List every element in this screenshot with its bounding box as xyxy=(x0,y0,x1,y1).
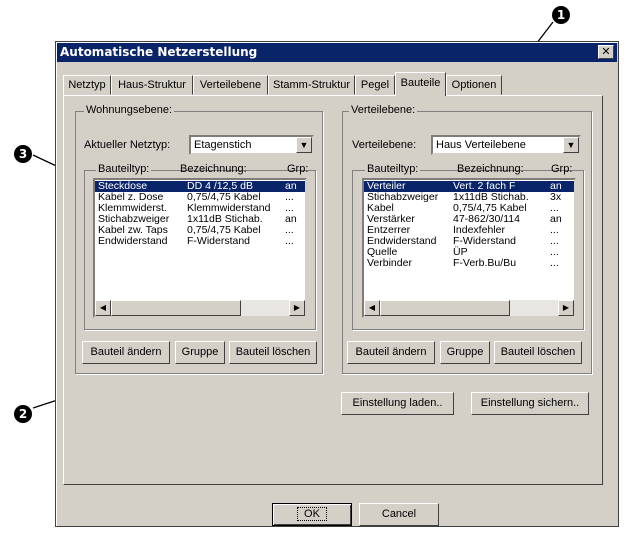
verteilebene-select-label: Verteilebene: xyxy=(352,139,417,151)
right-bauteil-loeschen-button[interactable]: Bauteil löschen xyxy=(494,341,582,364)
left-bauteiltyp-header: Bauteiltyp: xyxy=(96,163,152,175)
verteilebene-select[interactable]: Haus Verteilebene ▼ xyxy=(431,135,581,155)
right-gruppe-button[interactable]: Gruppe xyxy=(440,341,490,364)
verteilebene-value: Haus Verteilebene xyxy=(436,139,526,151)
chevron-down-icon[interactable]: ▼ xyxy=(563,137,579,153)
callout-1: 1 xyxy=(552,6,570,24)
title-bar: Automatische Netzerstellung xyxy=(57,43,617,62)
scroll-thumb[interactable] xyxy=(111,300,241,316)
close-button[interactable]: ✕ xyxy=(598,45,614,59)
right-bauteil-list[interactable]: Verteiler Vert. 2 fach Fan Stichabzweiger… xyxy=(362,178,576,318)
left-bauteil-loeschen-button[interactable]: Bauteil löschen xyxy=(229,341,317,364)
left-bauteil-aendern-button[interactable]: Bauteil ändern xyxy=(82,341,170,364)
chevron-down-icon[interactable]: ▼ xyxy=(296,137,312,153)
ok-button[interactable]: OK xyxy=(272,503,352,526)
tab-pegel[interactable]: Pegel xyxy=(355,75,395,95)
left-grp-header: Grp: xyxy=(287,163,309,175)
tab-verteilebene[interactable]: Verteilebene xyxy=(193,75,268,95)
callout-2: 2 xyxy=(14,405,32,423)
list-item[interactable]: Verbinder F-Verb.Bu/Bu... xyxy=(364,258,574,269)
verteilebene-group-label: Verteilebene: xyxy=(349,104,418,116)
netztyp-label: Aktueller Netztyp: xyxy=(84,139,171,151)
tab-optionen[interactable]: Optionen xyxy=(446,75,502,95)
netztyp-select[interactable]: Etagenstich ▼ xyxy=(189,135,314,155)
scroll-left-icon[interactable]: ◀ xyxy=(364,300,380,316)
einstellung-sichern-button[interactable]: Einstellung sichern.. xyxy=(471,392,589,415)
scroll-right-icon[interactable]: ▶ xyxy=(289,300,305,316)
tab-stamm-struktur[interactable]: Stamm-Struktur xyxy=(268,75,355,95)
window-title: Automatische Netzerstellung xyxy=(60,45,258,59)
tab-netztyp[interactable]: Netztyp xyxy=(63,75,111,95)
left-bezeichnung-header: Bezeichnung: xyxy=(180,163,247,175)
left-gruppe-button[interactable]: Gruppe xyxy=(175,341,225,364)
einstellung-laden-button[interactable]: Einstellung laden.. xyxy=(341,392,454,415)
netztyp-value: Etagenstich xyxy=(194,139,252,151)
right-grp-header: Grp: xyxy=(551,163,573,175)
scroll-thumb[interactable] xyxy=(380,300,510,316)
right-horizontal-scrollbar[interactable]: ◀ ▶ xyxy=(364,300,574,316)
right-bezeichnung-header: Bezeichnung: xyxy=(457,163,524,175)
right-bauteil-aendern-button[interactable]: Bauteil ändern xyxy=(347,341,435,364)
tab-bauteile[interactable]: Bauteile xyxy=(395,72,446,96)
cancel-button[interactable]: Cancel xyxy=(359,503,439,526)
left-horizontal-scrollbar[interactable]: ◀ ▶ xyxy=(95,300,305,316)
callout-3: 3 xyxy=(14,145,32,163)
right-bauteiltyp-header: Bauteiltyp: xyxy=(365,163,421,175)
scroll-right-icon[interactable]: ▶ xyxy=(558,300,574,316)
close-icon: ✕ xyxy=(601,45,611,58)
tab-haus-struktur[interactable]: Haus-Struktur xyxy=(111,75,193,95)
scroll-left-icon[interactable]: ◀ xyxy=(95,300,111,316)
list-item[interactable]: Endwiderstand F-Widerstand... xyxy=(95,236,305,247)
left-bauteil-list[interactable]: Steckdose DD 4 /12,5 dB an Kabel z. Dose 0,… xyxy=(93,178,307,318)
wohnungsebene-label: Wohnungsebene: xyxy=(84,104,175,116)
ok-label: OK xyxy=(297,507,327,521)
